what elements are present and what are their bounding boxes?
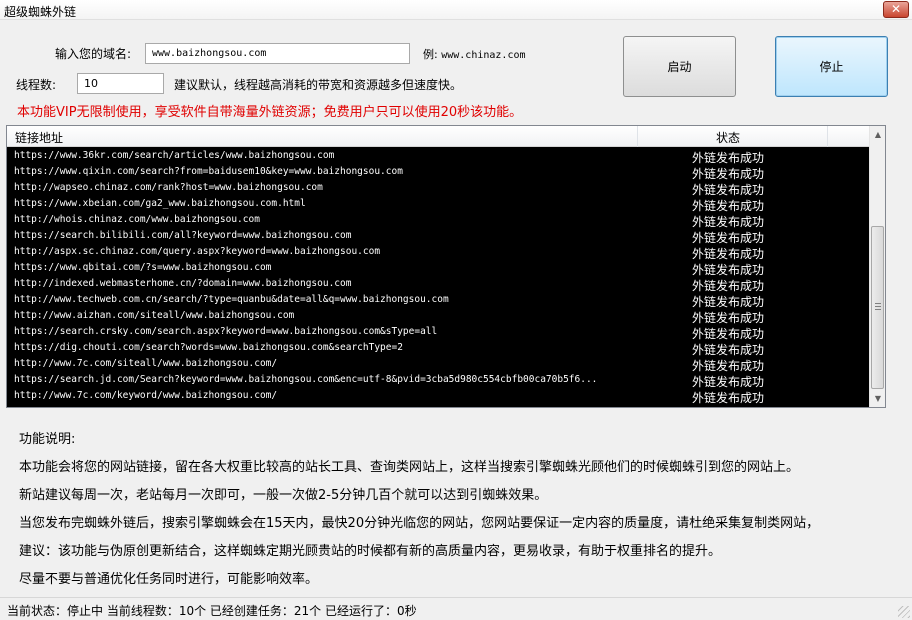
row-url: http://indexed.webmasterhome.cn/?domain=… [14, 278, 352, 289]
status-bar: 当前状态：停止中 当前线程数：10个 已经创建任务：21个 已经运行了：0秒 [0, 597, 912, 620]
row-url: https://search.crsky.com/search.aspx?key… [14, 326, 438, 337]
results-table[interactable]: 链接地址 状态 https://www.36kr.com/search/arti… [6, 125, 886, 408]
table-row[interactable]: http://www.aizhan.com/siteall/www.baizho… [7, 308, 870, 325]
table-header: 链接地址 状态 [7, 126, 870, 147]
grip-line [875, 306, 881, 307]
description-heading: 功能说明: [19, 432, 76, 447]
vertical-scrollbar[interactable]: ▲ ▼ [869, 126, 885, 407]
table-row[interactable]: https://www.qbitai.com/?s=www.baizhongso… [7, 260, 870, 277]
row-url: https://search.bilibili.com/all?keyword=… [14, 230, 352, 241]
grip-line [875, 309, 881, 310]
status-text: 当前状态：停止中 当前线程数：10个 已经创建任务：21个 已经运行了：0秒 [7, 604, 417, 618]
domain-input[interactable] [145, 43, 410, 64]
table-row[interactable]: https://search.crsky.com/search.aspx?key… [7, 324, 870, 341]
row-url: https://www.36kr.com/search/articles/www… [14, 150, 335, 161]
row-url: https://www.qixin.com/search?from=baidus… [14, 166, 403, 177]
domain-label: 输入您的域名: [55, 47, 132, 61]
description-line: 当您发布完蜘蛛外链后，搜索引擎蜘蛛会在15天内，最快20分钟光临您的网站，您网站… [19, 516, 820, 531]
window-title: 超级蜘蛛外链 [4, 5, 77, 19]
description-line: 建议：该功能与伪原创更新结合，这样蜘蛛定期光顾贵站的时候都有新的高质量内容，更易… [19, 544, 722, 559]
column-divider[interactable] [827, 126, 828, 147]
table-row[interactable]: https://www.xbeian.com/ga2_www.baizhongs… [7, 196, 870, 213]
table-row[interactable]: http://www.7c.com/keyword/www.baizhongso… [7, 388, 870, 405]
column-header-status[interactable]: 状态 [716, 129, 740, 146]
row-url: http://www.techweb.com.cn/search/?type=q… [14, 294, 449, 305]
table-row[interactable]: http://wapseo.chinaz.com/rank?host=www.b… [7, 180, 870, 197]
column-header-url[interactable]: 链接地址 [15, 129, 63, 146]
close-button[interactable]: ✕ [883, 1, 909, 18]
close-icon: ✕ [890, 2, 902, 16]
scroll-thumb[interactable] [871, 226, 884, 389]
row-url: https://www.qbitai.com/?s=www.baizhongso… [14, 262, 272, 273]
example-value: www.chinaz.com [441, 50, 526, 61]
table-row[interactable]: http://aspx.sc.chinaz.com/query.aspx?key… [7, 244, 870, 261]
scroll-down-icon[interactable]: ▼ [870, 390, 885, 407]
table-row[interactable]: http://www.techweb.com.cn/search/?type=q… [7, 292, 870, 309]
table-row[interactable]: http://whois.chinaz.com/www.baizhongsou.… [7, 212, 870, 229]
row-url: https://search.jd.com/Search?keyword=www… [14, 374, 598, 385]
description-line: 新站建议每周一次，老站每月一次即可，一般一次做2-5分钟几百个就可以达到引蜘蛛效… [19, 488, 548, 503]
row-url: https://www.xbeian.com/ga2_www.baizhongs… [14, 198, 306, 209]
row-status: 外链发布成功 [692, 391, 765, 405]
description-line: 尽量不要与普通优化任务同时进行，可能影响效率。 [19, 572, 319, 587]
table-row[interactable]: https://www.36kr.com/search/articles/www… [7, 148, 870, 165]
row-url: http://aspx.sc.chinaz.com/query.aspx?key… [14, 246, 381, 257]
table-row[interactable]: http://indexed.webmasterhome.cn/?domain=… [7, 276, 870, 293]
column-divider[interactable] [637, 126, 638, 147]
row-url: http://www.7c.com/keyword/www.baizhongso… [14, 390, 278, 401]
scroll-up-icon[interactable]: ▲ [870, 126, 885, 143]
table-row[interactable]: https://dig.chouti.com/search?words=www.… [7, 340, 870, 357]
threads-hint: 建议默认，线程越高消耗的带宽和资源越多但速度快。 [174, 78, 463, 92]
threads-label: 线程数: [16, 78, 57, 92]
row-url: http://wapseo.chinaz.com/rank?host=www.b… [14, 182, 323, 193]
row-url: http://whois.chinaz.com/www.baizhongsou.… [14, 214, 260, 225]
threads-input[interactable] [77, 73, 164, 94]
vip-notice: 本功能VIP无限制使用，享受软件自带海量外链资源；免费用户只可以使用20秒该功能… [17, 105, 523, 120]
start-button[interactable]: 启动 [623, 36, 736, 97]
row-url: http://www.7c.com/siteall/www.baizhongso… [14, 358, 278, 369]
grip-line [875, 303, 881, 304]
table-row[interactable]: https://search.bilibili.com/all?keyword=… [7, 228, 870, 245]
domain-example: 例: www.chinaz.com [423, 46, 526, 62]
description-line: 本功能会将您的网站链接，留在各大权重比较高的站长工具、查询类网站上，这样当搜索引… [19, 460, 800, 475]
resize-grip-icon[interactable] [898, 606, 910, 618]
table-row[interactable]: http://www.7c.com/siteall/www.baizhongso… [7, 356, 870, 373]
table-row[interactable]: https://www.qixin.com/search?from=baidus… [7, 164, 870, 181]
row-url: https://dig.chouti.com/search?words=www.… [14, 342, 403, 353]
title-bar: 超级蜘蛛外链 ✕ [0, 0, 912, 20]
table-body: https://www.36kr.com/search/articles/www… [7, 148, 870, 405]
row-url: http://www.aizhan.com/siteall/www.baizho… [14, 310, 295, 321]
table-row[interactable]: https://search.jd.com/Search?keyword=www… [7, 372, 870, 389]
example-prefix: 例: [423, 48, 438, 61]
stop-button[interactable]: 停止 [775, 36, 888, 97]
